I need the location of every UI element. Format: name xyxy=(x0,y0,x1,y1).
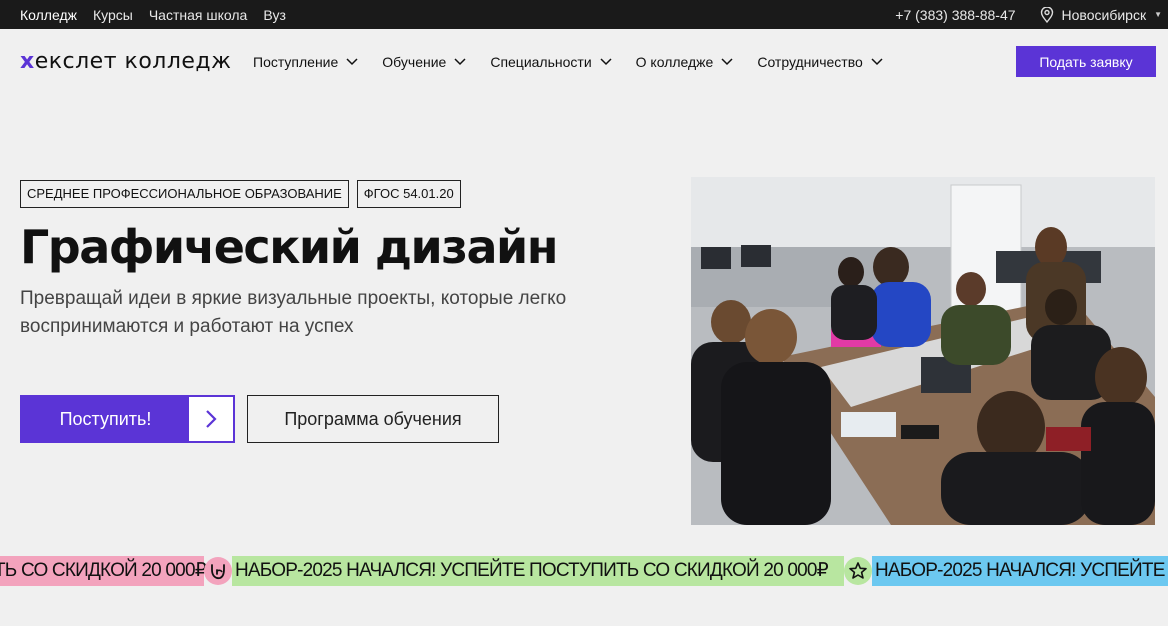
classroom-photo xyxy=(691,177,1155,525)
top-link-college[interactable]: Колледж xyxy=(20,7,77,23)
program-button[interactable]: Программа обучения xyxy=(247,395,499,443)
nav-cooperation-label: Сотрудничество xyxy=(757,54,863,70)
city-name: Новосибирск xyxy=(1061,6,1147,23)
chevron-down-icon xyxy=(600,58,612,66)
promo-ticker: ТЬ СО СКИДКОЙ 20 000₽ НАБОР-2025 НАЧАЛСЯ… xyxy=(0,556,1168,586)
top-link-private-school[interactable]: Частная школа xyxy=(149,7,247,23)
hero-photo xyxy=(691,177,1155,525)
nav-education-label: Обучение xyxy=(382,54,447,70)
top-link-university[interactable]: Вуз xyxy=(263,7,286,23)
chevron-down-icon xyxy=(721,58,733,66)
chevron-down-icon xyxy=(346,58,358,66)
logo-x: х xyxy=(20,49,35,74)
nav-education[interactable]: Обучение xyxy=(382,54,466,70)
top-links: Колледж Курсы Частная школа Вуз xyxy=(20,0,286,29)
star-icon xyxy=(844,557,872,585)
logo[interactable]: х екслет колледж xyxy=(20,49,231,74)
page-subtitle: Превращай идеи в яркие визуальные проект… xyxy=(20,288,567,337)
apply-button[interactable]: Подать заявку xyxy=(1016,46,1156,77)
main-header: х екслет колледж Поступление Обучение Спе… xyxy=(0,29,1168,95)
ticker-segment-green: НАБОР-2025 НАЧАЛСЯ! УСПЕЙТЕ ПОСТУПИТЬ СО… xyxy=(232,556,844,586)
nav-specialties[interactable]: Специальности xyxy=(490,54,612,70)
rock-hand-icon xyxy=(204,557,232,585)
hero-badges: СРЕДНЕЕ ПРОФЕССИОНАЛЬНОЕ ОБРАЗОВАНИЕ ФГО… xyxy=(20,180,461,208)
chevron-down-icon xyxy=(871,58,883,66)
main-nav: Поступление Обучение Специальности О кол… xyxy=(253,29,883,95)
enroll-button-label: Поступить! xyxy=(22,397,189,441)
ticker-segment-pink: ТЬ СО СКИДКОЙ 20 000₽ xyxy=(0,556,207,586)
phone-link[interactable]: +7 (383) 388-88-47 xyxy=(895,7,1015,23)
chevron-down-icon xyxy=(454,58,466,66)
caret-down-icon: ▼ xyxy=(1154,10,1162,19)
nav-about-label: О колледже xyxy=(635,54,714,70)
city-selector[interactable]: Новосибирск ▼ xyxy=(1040,6,1162,23)
top-bar: Колледж Курсы Частная школа Вуз +7 (383)… xyxy=(0,0,1168,29)
page-title: Графический дизайн xyxy=(20,220,559,274)
nav-admission[interactable]: Поступление xyxy=(253,54,358,70)
nav-admission-label: Поступление xyxy=(253,54,339,70)
nav-about[interactable]: О колледже xyxy=(636,54,734,70)
top-contacts: +7 (383) 388-88-47 Новосибирск ▼ xyxy=(895,0,1162,29)
nav-cooperation[interactable]: Сотрудничество xyxy=(757,54,883,70)
ticker-segment-blue: НАБОР-2025 НАЧАЛСЯ! УСПЕЙТЕ xyxy=(872,556,1168,586)
location-pin-icon xyxy=(1040,6,1053,23)
top-link-courses[interactable]: Курсы xyxy=(93,7,133,23)
logo-text: екслет колледж xyxy=(34,49,232,74)
badge-education-level: СРЕДНЕЕ ПРОФЕССИОНАЛЬНОЕ ОБРАЗОВАНИЕ xyxy=(20,180,349,208)
badge-standard: ФГОС 54.01.20 xyxy=(356,180,461,208)
nav-specialties-label: Специальности xyxy=(490,54,592,70)
enroll-button[interactable]: Поступить! xyxy=(20,395,235,443)
arrow-right-icon xyxy=(189,397,233,441)
